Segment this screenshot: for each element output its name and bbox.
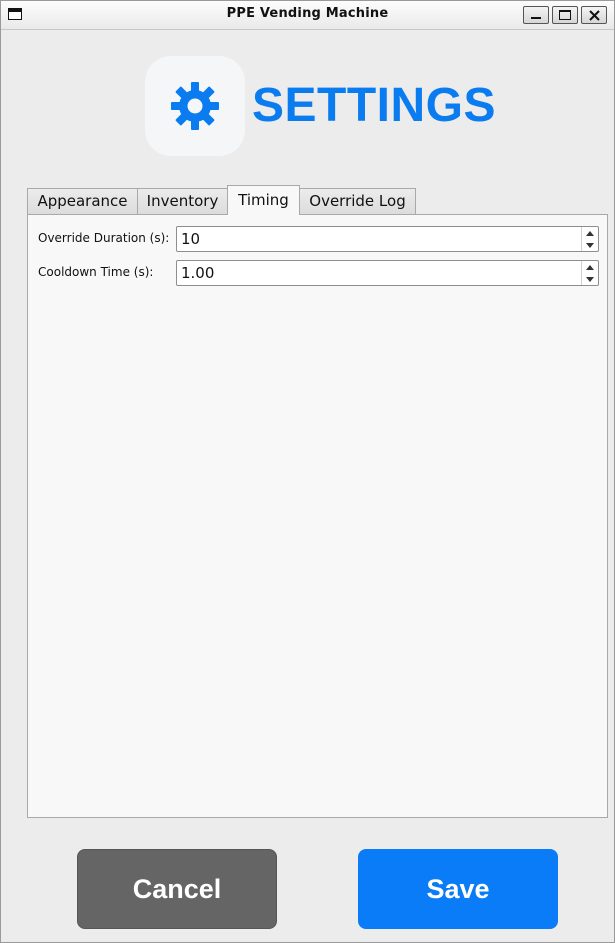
- chevron-down-icon: [586, 242, 594, 248]
- close-icon: [589, 10, 600, 21]
- maximize-button[interactable]: [552, 6, 578, 24]
- tab-appearance[interactable]: Appearance: [27, 188, 138, 214]
- timing-panel: Override Duration (s): Cooldown Time (s)…: [27, 214, 608, 818]
- tab-override-log[interactable]: Override Log: [299, 188, 416, 214]
- override-duration-decrement[interactable]: [582, 239, 598, 251]
- chevron-up-icon: [586, 264, 594, 270]
- cooldown-time-label: Cooldown Time (s):: [38, 265, 154, 279]
- cooldown-time-input[interactable]: [177, 261, 581, 285]
- override-duration-input[interactable]: [177, 227, 581, 251]
- header-icon-container: [145, 56, 245, 156]
- cooldown-time-arrows: [581, 261, 598, 285]
- title-bar[interactable]: PPE Vending Machine: [1, 1, 614, 30]
- tab-timing[interactable]: Timing: [227, 185, 300, 215]
- override-duration-increment[interactable]: [582, 227, 598, 239]
- content-area: SETTINGS Appearance Inventory Timing Ove…: [9, 30, 608, 939]
- override-duration-spinbox[interactable]: [176, 226, 599, 252]
- cooldown-time-spinbox[interactable]: [176, 260, 599, 286]
- cooldown-time-increment[interactable]: [582, 261, 598, 273]
- settings-window: PPE Vending Machine SETTINGS Appearance …: [0, 0, 615, 943]
- close-button[interactable]: [581, 6, 607, 24]
- save-button[interactable]: Save: [358, 849, 558, 929]
- override-duration-label: Override Duration (s):: [38, 231, 170, 245]
- chevron-down-icon: [586, 276, 594, 282]
- cancel-button[interactable]: Cancel: [77, 849, 277, 929]
- gear-icon: [171, 82, 219, 130]
- page-title: SETTINGS: [252, 79, 497, 132]
- tab-inventory[interactable]: Inventory: [137, 188, 228, 214]
- cooldown-time-decrement[interactable]: [582, 273, 598, 285]
- minimize-button[interactable]: [523, 6, 549, 24]
- override-duration-arrows: [581, 227, 598, 251]
- chevron-up-icon: [586, 230, 594, 236]
